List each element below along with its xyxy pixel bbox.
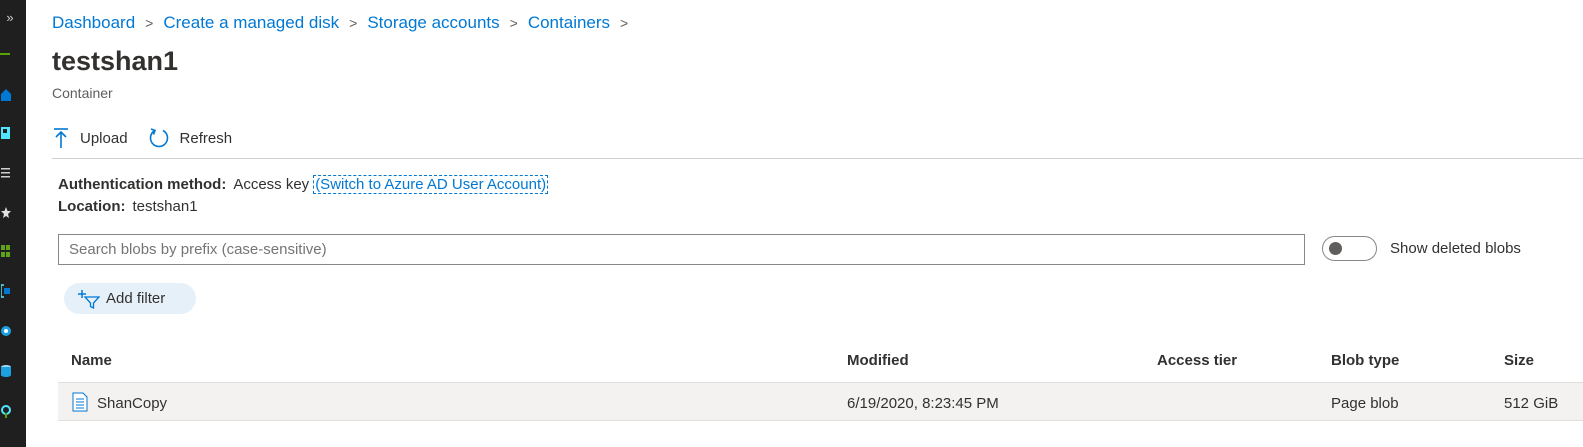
refresh-icon	[149, 128, 168, 148]
dashboard-icon[interactable]	[0, 126, 12, 140]
sql-databases-icon[interactable]	[0, 364, 12, 378]
column-header-size[interactable]: Size	[1504, 352, 1534, 369]
refresh-label: Refresh	[179, 129, 233, 147]
favorites-icon[interactable]	[0, 206, 12, 220]
breadcrumb-storage-accounts[interactable]: Storage accounts	[367, 13, 499, 33]
chevron-right-icon: >	[145, 15, 154, 31]
page-subtitle: Container	[52, 85, 113, 101]
authentication-method: Authentication method: Access key (Switch …	[58, 175, 549, 194]
active-indicator	[0, 53, 10, 55]
auth-method-value: Access key	[233, 176, 310, 193]
upload-icon	[54, 128, 68, 148]
breadcrumb-create-managed-disk[interactable]: Create a managed disk	[163, 13, 339, 33]
left-nav-rail: »	[0, 0, 26, 447]
resource-groups-icon[interactable]	[0, 284, 12, 298]
show-deleted-blobs-toggle[interactable]	[1322, 236, 1377, 261]
auth-method-label: Authentication method:	[58, 176, 227, 193]
location-value: testshan1	[132, 198, 198, 215]
blob-size: 512 GiB	[1504, 395, 1559, 412]
all-services-icon[interactable]	[0, 166, 12, 180]
switch-to-azure-ad-link[interactable]: (Switch to Azure AD User Account)	[313, 175, 549, 194]
breadcrumb: Dashboard > Create a managed disk > Stor…	[52, 13, 638, 33]
column-header-access-tier[interactable]: Access tier	[1157, 352, 1237, 369]
add-filter-button[interactable]: Add filter	[64, 283, 196, 314]
all-resources-icon[interactable]	[0, 244, 12, 258]
location: Location: testshan1	[58, 198, 198, 215]
page-title: testshan1	[52, 46, 179, 76]
breadcrumb-containers[interactable]: Containers	[528, 13, 610, 33]
location-label: Location:	[58, 198, 126, 215]
show-deleted-blobs-label: Show deleted blobs	[1390, 240, 1521, 257]
cosmos-db-icon[interactable]	[0, 404, 12, 418]
upload-button[interactable]: Upload	[52, 127, 128, 149]
toggle-knob	[1329, 242, 1342, 255]
column-header-name[interactable]: Name	[71, 352, 112, 369]
chevron-right-icon: >	[509, 15, 518, 31]
table-row[interactable]: ShanCopy 6/19/2020, 8:23:45 PM Page blob…	[58, 382, 1583, 421]
column-header-modified[interactable]: Modified	[847, 352, 909, 369]
search-blobs-input[interactable]	[58, 234, 1305, 265]
breadcrumb-dashboard[interactable]: Dashboard	[52, 13, 135, 33]
main-content: Dashboard > Create a managed disk > Stor…	[26, 0, 1583, 447]
expand-menu-icon[interactable]: »	[3, 10, 17, 25]
app-services-icon[interactable]	[0, 324, 12, 338]
command-bar-divider	[52, 158, 1583, 159]
blob-name[interactable]: ShanCopy	[97, 395, 167, 412]
column-header-blob-type[interactable]: Blob type	[1331, 352, 1399, 369]
blob-type: Page blob	[1331, 395, 1399, 412]
upload-label: Upload	[80, 129, 128, 147]
add-filter-label: Add filter	[106, 290, 166, 307]
refresh-button[interactable]: Refresh	[148, 127, 233, 149]
chevron-right-icon: >	[349, 15, 358, 31]
chevron-right-icon: >	[620, 15, 629, 31]
blob-modified: 6/19/2020, 8:23:45 PM	[847, 395, 999, 412]
file-icon	[72, 392, 88, 412]
command-bar: Upload Refresh	[52, 125, 252, 151]
add-filter-icon	[78, 289, 100, 309]
home-icon[interactable]	[0, 88, 12, 102]
